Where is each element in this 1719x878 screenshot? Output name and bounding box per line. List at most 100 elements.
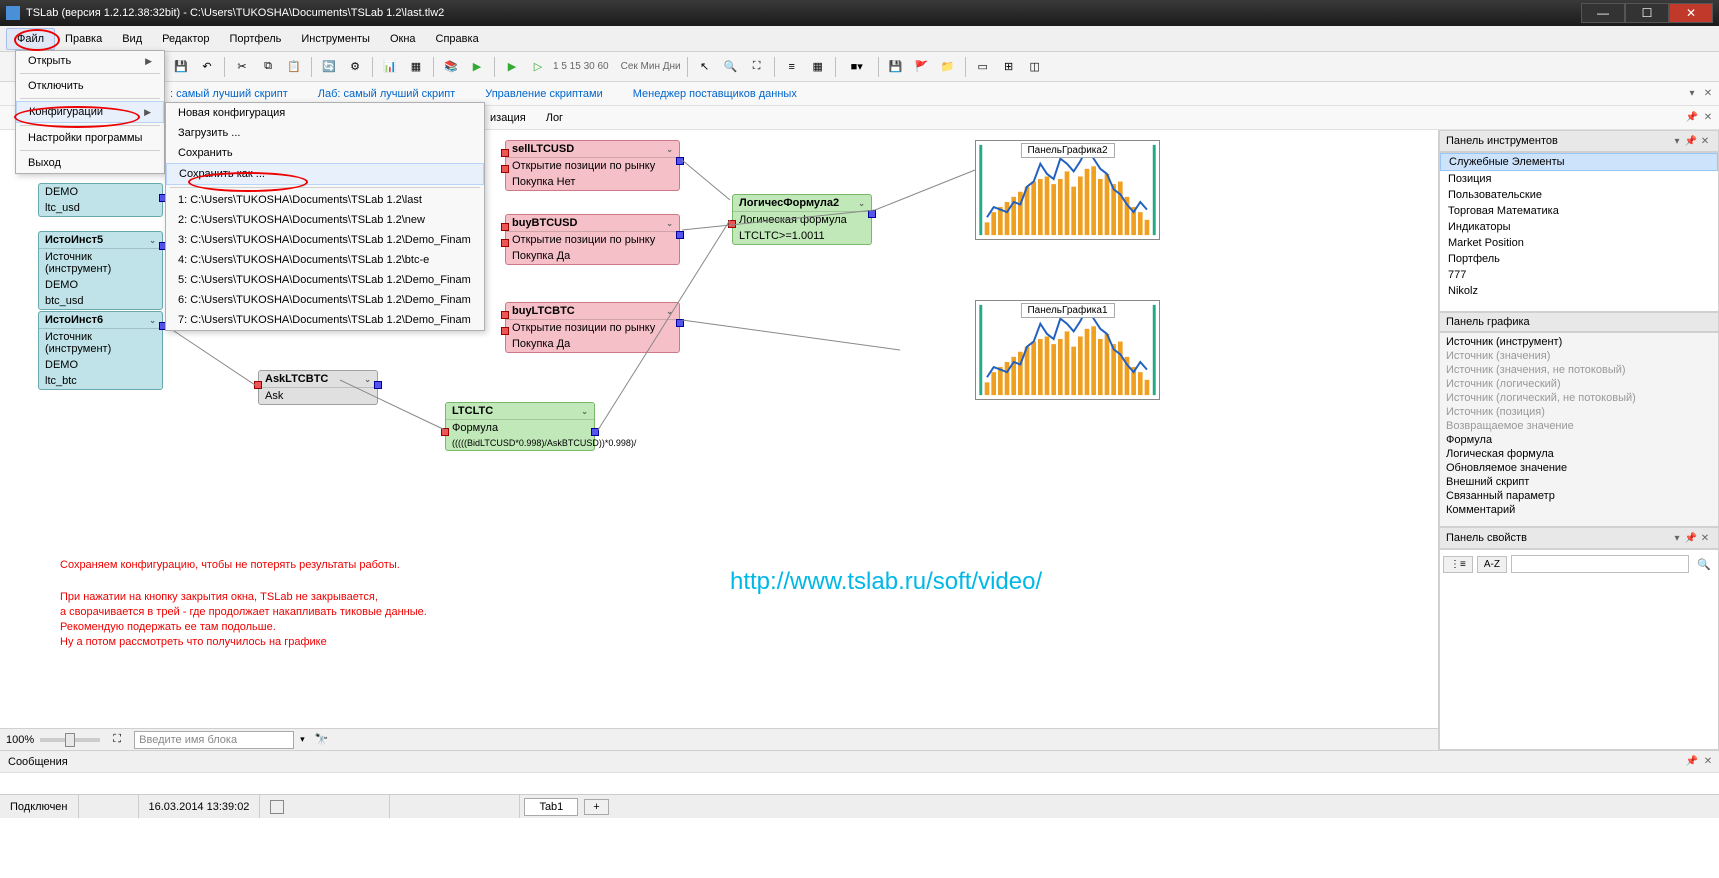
port-out[interactable] — [591, 428, 599, 436]
toolbox-list[interactable]: Служебные Элементы Позиция Пользовательс… — [1439, 152, 1719, 312]
expand-icon[interactable]: ⌄ — [666, 307, 673, 316]
minimize-button[interactable]: — — [1581, 3, 1625, 23]
block-source-ltcusd[interactable]: DEMO ltc_usd — [38, 183, 163, 217]
port-in[interactable] — [441, 428, 449, 436]
port-in[interactable] — [501, 311, 509, 319]
undo-icon[interactable]: ↶ — [196, 56, 218, 78]
toolbox-item[interactable]: Market Position — [1440, 235, 1718, 251]
expand-icon[interactable]: ⌄ — [858, 199, 865, 208]
timeframe-units[interactable]: Сек Мин Дни — [621, 61, 681, 72]
menu-recent[interactable]: 1: C:\Users\TUKOSHA\Documents\TSLab 1.2\… — [166, 190, 484, 210]
search-icon[interactable]: 🔍 — [1693, 553, 1715, 575]
workspace-tab[interactable]: Tab1 — [524, 798, 578, 816]
port-in[interactable] — [501, 327, 509, 335]
expand-icon[interactable]: ⌄ — [149, 236, 156, 245]
props-search-input[interactable] — [1511, 555, 1689, 573]
graph-panel-item[interactable]: Комментарий — [1442, 503, 1716, 517]
block-source-ltcbtc[interactable]: ИстоИнст6⌄ Источник (инструмент) DEMO lt… — [38, 311, 163, 390]
port-out[interactable] — [374, 381, 382, 389]
menu-editor[interactable]: Редактор — [152, 29, 219, 49]
cut-icon[interactable]: ✂ — [231, 56, 253, 78]
block-sellltcusd[interactable]: sellLTCUSD⌄ Открытие позиции по рынку По… — [505, 140, 680, 191]
link-lab-script[interactable]: Лаб: самый лучший скрипт — [318, 88, 455, 100]
graph-panel-item[interactable]: Обновляемое значение — [1442, 461, 1716, 475]
copy-icon[interactable]: ⧉ — [257, 56, 279, 78]
link-script-mgmt[interactable]: Управление скриптами — [485, 88, 602, 100]
port-out[interactable] — [676, 231, 684, 239]
expand-icon[interactable]: ⌄ — [581, 407, 588, 416]
close-panel-icon[interactable]: ✕ — [1701, 87, 1715, 101]
grid-icon[interactable]: ▦ — [807, 56, 829, 78]
graph-panel-item[interactable]: Источник (инструмент) — [1442, 335, 1716, 349]
play-icon[interactable]: ▶ — [501, 56, 523, 78]
close-button[interactable]: ✕ — [1669, 3, 1713, 23]
maximize-button[interactable]: ☐ — [1625, 3, 1669, 23]
tab-ization[interactable]: изация — [490, 112, 526, 124]
zoom-icon[interactable]: 🔍 — [720, 56, 742, 78]
layout-icon[interactable]: ⊞ — [998, 56, 1020, 78]
play2-icon[interactable]: ▷ — [527, 56, 549, 78]
menu-program-settings[interactable]: Настройки программы — [16, 128, 164, 148]
link-data-providers[interactable]: Менеджер поставщиков данных — [633, 88, 797, 100]
block-buyltcbtc[interactable]: buyLTCBTC⌄ Открытие позиции по рынку Пок… — [505, 302, 680, 353]
menu-instruments[interactable]: Инструменты — [291, 29, 380, 49]
port-in[interactable] — [254, 381, 262, 389]
expand-icon[interactable]: ⌄ — [666, 219, 673, 228]
align-icon[interactable]: ≡ — [781, 56, 803, 78]
menu-save-config[interactable]: Сохранить — [166, 143, 484, 163]
sort-az-button[interactable]: A-Z — [1477, 556, 1507, 573]
books-icon[interactable]: 📚 — [440, 56, 462, 78]
close-tab-icon[interactable]: ✕ — [1701, 111, 1715, 125]
dropdown-icon[interactable]: ▾ — [1685, 87, 1699, 101]
block-logic-formula[interactable]: ЛогичесФормула2⌄ Логическая формула LTCL… — [732, 194, 872, 245]
pin-icon[interactable]: 📌 — [1684, 134, 1698, 148]
menu-windows[interactable]: Окна — [380, 29, 426, 49]
toolbox-item[interactable]: Пользовательские — [1440, 187, 1718, 203]
menu-view[interactable]: Вид — [112, 29, 152, 49]
link-best-script[interactable]: : самый лучший скрипт — [170, 88, 288, 100]
block-buybtcusd[interactable]: buyBTCUSD⌄ Открытие позиции по рынку Пок… — [505, 214, 680, 265]
table-icon[interactable]: ▦ — [405, 56, 427, 78]
cursor-icon[interactable]: ↖ — [694, 56, 716, 78]
window-icon[interactable]: ▭ — [972, 56, 994, 78]
menu-disconnect[interactable]: Отключить — [16, 76, 164, 96]
close-icon[interactable]: ✕ — [1701, 754, 1715, 768]
stop-icon[interactable] — [270, 800, 284, 814]
pin-icon[interactable]: 📌 — [1685, 754, 1699, 768]
menu-recent[interactable]: 2: C:\Users\TUKOSHA\Documents\TSLab 1.2\… — [166, 210, 484, 230]
graph-panel-item[interactable]: Логическая формула — [1442, 447, 1716, 461]
chart-panel-1[interactable]: ПанельГрафика1 — [975, 300, 1160, 400]
folder-icon[interactable]: 📁 — [937, 56, 959, 78]
fit-icon[interactable]: ⛶ — [746, 56, 768, 78]
flag-icon[interactable]: 🚩 — [911, 56, 933, 78]
pin-icon[interactable]: 📌 — [1684, 531, 1698, 545]
fit-screen-icon[interactable]: ⛶ — [106, 729, 128, 751]
zoom-slider[interactable] — [40, 738, 100, 742]
block-askltcbtc[interactable]: AskLTCBTC⌄ Ask — [258, 370, 378, 405]
expand-icon[interactable]: ⌄ — [666, 145, 673, 154]
port-out[interactable] — [676, 319, 684, 327]
menu-save-as-config[interactable]: Сохранить как ... — [166, 163, 484, 185]
close-icon[interactable]: ✕ — [1698, 134, 1712, 148]
toolbox-item[interactable]: Индикаторы — [1440, 219, 1718, 235]
menu-file[interactable]: Файл — [6, 28, 55, 50]
play-green-icon[interactable]: ▶ — [466, 56, 488, 78]
toolbox-item[interactable]: Торговая Математика — [1440, 203, 1718, 219]
menu-exit[interactable]: Выход — [16, 153, 164, 173]
toolbox-item[interactable]: Портфель — [1440, 251, 1718, 267]
menu-new-config[interactable]: Новая конфигурация — [166, 103, 484, 123]
menu-configurations[interactable]: Конфигурации▶ — [16, 101, 164, 123]
dropdown-icon[interactable]: ▾ — [1670, 134, 1684, 148]
timeframe-numbers[interactable]: 1 5 15 30 60 — [553, 61, 609, 72]
block-name-input[interactable]: Введите имя блока — [134, 731, 294, 749]
gear-icon[interactable]: ⚙ — [344, 56, 366, 78]
categorize-button[interactable]: ⋮≡ — [1443, 556, 1473, 573]
port-in[interactable] — [501, 223, 509, 231]
graph-panel-list[interactable]: Источник (инструмент)Источник (значения)… — [1439, 332, 1719, 527]
menu-load-config[interactable]: Загрузить ... — [166, 123, 484, 143]
toolbox-item[interactable]: Служебные Элементы — [1440, 153, 1718, 171]
menu-edit[interactable]: Правка — [55, 29, 112, 49]
block-ltcltc[interactable]: LTCLTC⌄ Формула (((((BidLTCUSD*0.998)/As… — [445, 402, 595, 451]
menu-recent[interactable]: 5: C:\Users\TUKOSHA\Documents\TSLab 1.2\… — [166, 270, 484, 290]
port-in[interactable] — [501, 165, 509, 173]
